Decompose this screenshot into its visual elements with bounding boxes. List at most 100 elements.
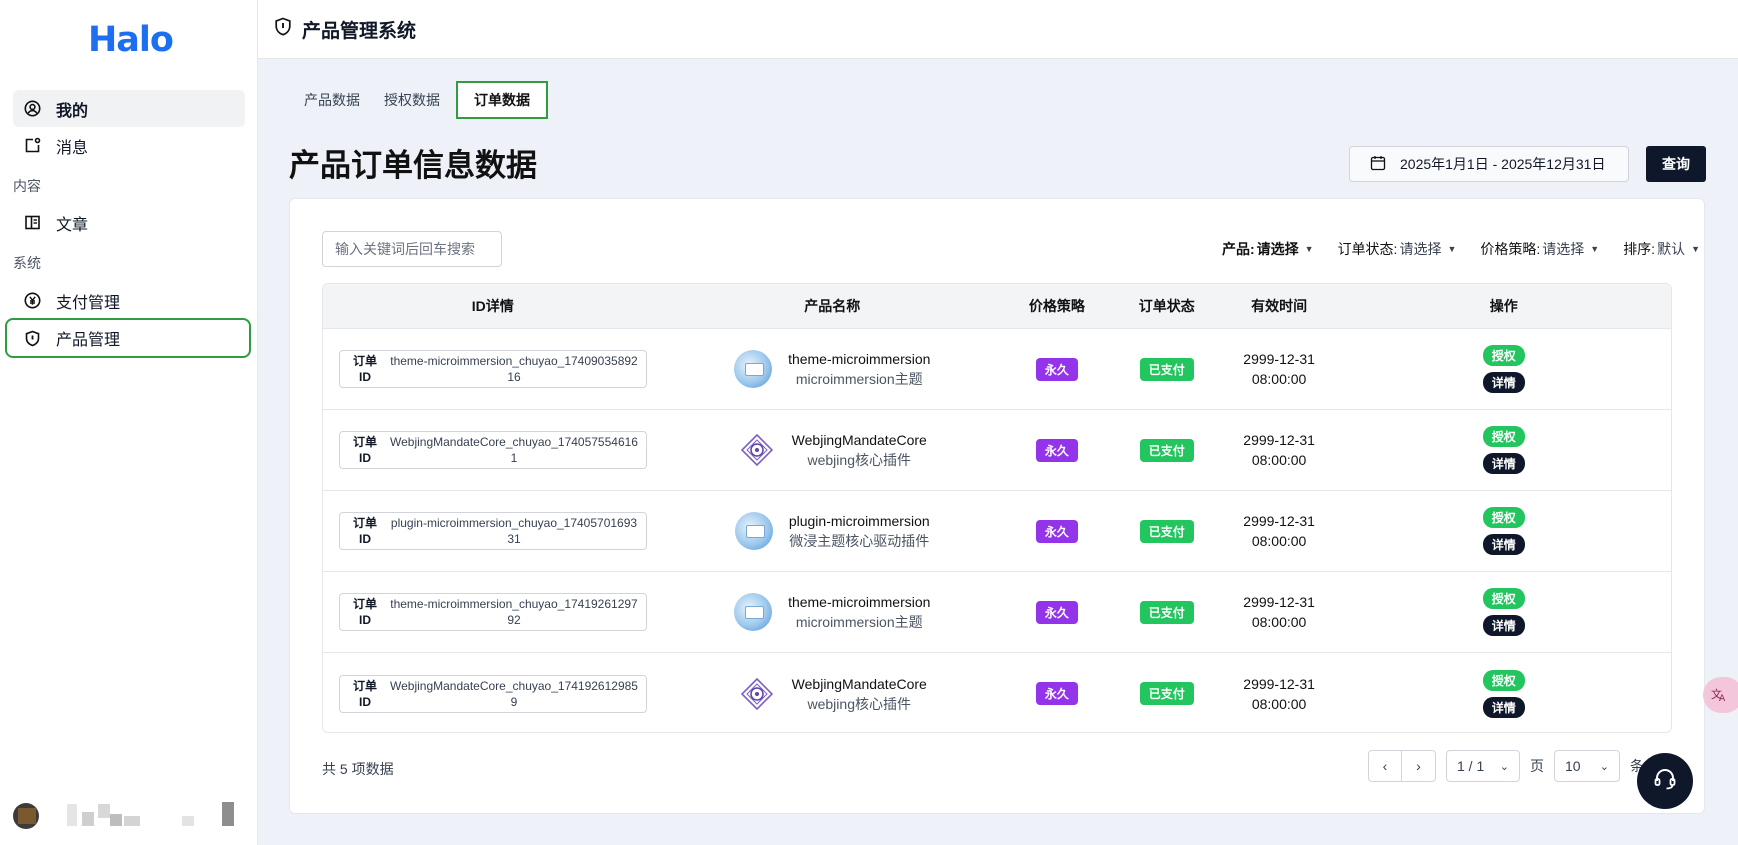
column-header: 价格策略 [1028,298,1085,314]
orders-card: 产品:请选择▼ 订单状态:请选择▼ 价格策略:请选择▼ 排序:默认▼ ID详情 … [289,198,1705,814]
filter-value: 请选择 [1542,241,1585,257]
product-image [734,350,773,388]
sidebar-item-label: 文章 [56,216,89,234]
price-strategy-badge: 永久 [1035,682,1078,705]
price-strategy-badge: 永久 [1035,357,1078,381]
chevron-left-icon: ‹ [1382,758,1388,774]
filter-product[interactable]: 产品: 请选择 ▼ [1222,239,1314,259]
valid-date: 2999-12-31 [1243,351,1315,367]
order-id-label: 订单ID [352,354,377,384]
app-title: 产品管理系统 [302,20,417,42]
authorize-button[interactable]: 授权 [1482,588,1525,609]
order-id-box: 订单ID theme-microimmersion_chuyao_17409035… [339,350,647,388]
valid-date: 2999-12-31 [1243,432,1315,448]
product-name: plugin-microimmersion [788,513,930,529]
valid-time: 08:00:00 [1251,695,1307,712]
sidebar-item-payments[interactable]: 支付管理 [13,282,245,319]
caret-down-icon: ▼ [1590,244,1600,254]
details-button[interactable]: 详情 [1482,534,1525,555]
next-page-button[interactable]: › [1402,750,1436,782]
order-id-value: theme-microimmersion_chuyao_174090358921… [390,354,638,384]
date-range-picker[interactable]: 2025年1月1日 - 2025年12月31日 [1349,146,1629,182]
product-description: webjing核心插件 [807,695,911,712]
order-status-badge: 已支付 [1139,519,1194,543]
product-description: microimmersion主题 [795,614,923,630]
filter-value: 请选择 [1256,241,1299,257]
tab-license-data[interactable]: 授权数据 [372,83,452,117]
shield-icon [23,329,41,347]
filter-sort[interactable]: 排序: 默认 ▼ [1623,239,1700,259]
order-id-label: 订单ID [352,597,377,627]
authorize-button[interactable]: 授权 [1482,426,1525,447]
price-strategy-badge: 永久 [1035,519,1078,543]
page-title: 产品订单信息数据 [289,148,537,183]
table-row: 订单ID theme-microimmersion_chuyao_17409035… [323,329,1671,410]
filter-bar: 产品: 请选择 ▼ 订单状态: 请选择 ▼ 价格策略: 请选择 ▼ 排序: 默认 ▼ [1198,239,1700,259]
page-select[interactable]: 1 / 1 ⌄ [1446,750,1520,782]
halo-logo[interactable]: Halo [88,20,174,60]
translate-float-button[interactable]: 文A [1703,677,1738,713]
authorize-button[interactable]: 授权 [1482,669,1525,691]
valid-date: 2999-12-31 [1243,594,1315,610]
filter-price-strategy[interactable]: 价格策略: 请选择 ▼ [1480,239,1599,259]
product-image [734,512,773,550]
table-body: 订单ID theme-microimmersion_chuyao_17409035… [323,329,1671,732]
order-id-box: 订单ID WebjingMandateCore_chuyao_1741926129… [339,674,647,713]
message-icon [23,137,41,155]
query-button[interactable]: 查询 [1646,146,1706,182]
product-name: WebjingMandateCore [791,432,927,448]
user-circle-icon [23,100,41,118]
order-status-badge: 已支付 [1139,600,1194,624]
details-button[interactable]: 详情 [1482,696,1525,718]
search-input[interactable] [322,231,502,267]
details-button[interactable]: 详情 [1482,372,1525,393]
product-image [737,431,776,469]
sidebar-item-label: 支付管理 [56,294,121,312]
filter-label: 产品: [1221,241,1255,257]
caret-down-icon: ▼ [1447,244,1457,254]
order-id-value: plugin-microimmersion_chuyao_17405701693… [390,516,638,546]
tab-product-data[interactable]: 产品数据 [292,83,372,117]
table-row: 订单ID theme-microimmersion_chuyao_17419261… [323,572,1671,653]
order-status-badge: 已支付 [1139,682,1194,705]
chevron-down-icon: ⌄ [1599,760,1609,773]
filter-order-status[interactable]: 订单状态: 请选择 ▼ [1338,239,1457,259]
sidebar-item-messages[interactable]: 消息 [13,127,245,164]
authorize-button[interactable]: 授权 [1482,507,1525,528]
user-avatar [13,802,234,829]
sidebar-item-products[interactable]: 产品管理 [5,318,251,358]
orders-table: ID详情 产品名称 价格策略 订单状态 有效时间 操作 订单ID theme-mi… [322,283,1672,733]
order-id-value: theme-microimmersion_chuyao_174192612979… [390,597,638,627]
shield-icon [274,17,292,42]
order-id-value: WebjingMandateCore_chuyao_1740575546161 [390,435,638,465]
chevron-down-icon: ⌄ [1499,760,1509,773]
sidebar-item-label: 我的 [56,102,89,120]
date-range-text: 2025年1月1日 - 2025年12月31日 [1400,156,1606,172]
sidebar-item-mine[interactable]: 我的 [13,90,245,127]
valid-time: 08:00:00 [1251,452,1307,468]
pagination: ‹ › 1 / 1 ⌄ 页 10 ⌄ 条 [1368,750,1644,782]
order-status-badge: 已支付 [1139,357,1194,381]
prev-page-button[interactable]: ‹ [1368,750,1402,782]
column-header: 操作 [1489,298,1518,314]
authorize-button[interactable]: 授权 [1482,345,1525,366]
filter-label: 排序: [1623,241,1656,257]
tab-order-data[interactable]: 订单数据 [456,81,548,119]
sidebar: Halo 我的 消息 内容 文章 系统 支付管理 产品管理 [0,0,258,845]
filter-label: 订单状态: [1337,241,1398,257]
group-label-content: 内容 [13,178,41,194]
valid-date: 2999-12-31 [1243,675,1315,692]
page-size-value: 10 [1565,758,1581,774]
details-button[interactable]: 详情 [1482,453,1525,474]
svg-text:A: A [1719,694,1726,702]
page-size-select[interactable]: 10 ⌄ [1554,750,1620,782]
order-id-box: 订单ID WebjingMandateCore_chuyao_1740575546… [339,431,647,469]
sidebar-item-articles[interactable]: 文章 [13,204,245,241]
support-float-button[interactable] [1637,753,1693,809]
user-profile[interactable] [12,800,242,830]
details-button[interactable]: 详情 [1482,615,1525,636]
page-value: 1 / 1 [1457,758,1485,774]
tab-bar: 产品数据 授权数据 订单数据 [292,81,548,119]
top-bar: 产品管理系统 [258,0,1738,59]
product-description: 微浸主题核心驱动插件 [789,533,930,549]
